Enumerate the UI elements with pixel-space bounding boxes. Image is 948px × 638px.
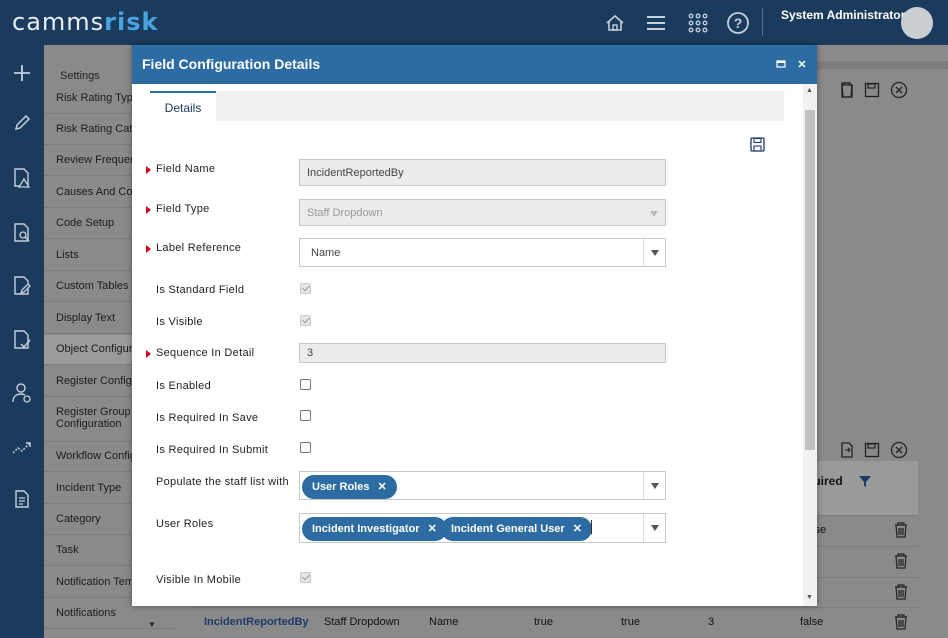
label-reference-select[interactable]: Name (299, 238, 666, 267)
home-icon[interactable] (601, 9, 629, 37)
document-check-icon[interactable] (8, 326, 36, 354)
row-delete-icon[interactable] (894, 522, 908, 543)
field-name-label: Field Name (156, 163, 216, 175)
remove-chip-icon[interactable]: ✕ (377, 481, 386, 493)
is-standard-field-checkbox[interactable] (300, 283, 311, 294)
pencil-icon[interactable] (8, 109, 36, 137)
svg-text:?: ? (734, 15, 743, 31)
plus-icon[interactable] (8, 59, 36, 87)
sequence-in-detail-input[interactable]: 3 (299, 343, 666, 363)
settings-scroll-down-icon[interactable]: ▼ (148, 620, 156, 629)
user-settings-icon[interactable] (8, 379, 36, 407)
remove-chip-icon[interactable]: ✕ (428, 523, 437, 535)
required-marker (146, 166, 151, 174)
help-icon[interactable]: ? (724, 9, 752, 37)
row-delete-icon[interactable] (894, 584, 908, 605)
menu-icon[interactable] (642, 9, 670, 37)
remove-chip-icon[interactable]: ✕ (573, 523, 582, 535)
text-cursor (591, 520, 592, 534)
cancel-icon[interactable] (890, 81, 908, 104)
row-delete-icon[interactable] (894, 614, 908, 635)
is-required-in-submit-checkbox[interactable] (300, 442, 311, 453)
scrollbar-thumb[interactable] (805, 110, 815, 450)
populate-staff-list-label: Populate the staff list with (156, 476, 289, 488)
field-name-input[interactable]: IncidentReportedBy (299, 159, 666, 186)
required-marker (146, 350, 151, 358)
field-type-value: Staff Dropdown (307, 207, 383, 219)
modal-header: Field Configuration Details (132, 45, 817, 84)
tabs-bar: Details (150, 91, 784, 121)
label-reference-label: Label Reference (156, 242, 242, 254)
scroll-up-icon[interactable]: ▲ (806, 87, 813, 94)
document-edit-icon[interactable] (8, 272, 36, 300)
filter-icon[interactable] (858, 474, 872, 493)
field-type-label: Field Type (156, 203, 210, 215)
chevron-down-icon (643, 239, 665, 266)
table-row[interactable]: IncidentReportedBy Staff Dropdown Name t… (194, 607, 918, 637)
document-warning-icon[interactable] (8, 164, 36, 192)
is-visible-label: Is Visible (156, 316, 203, 328)
visible-in-mobile-label: Visible In Mobile (156, 574, 241, 586)
document-search-icon[interactable] (8, 219, 36, 247)
populate-staff-list-select[interactable]: User Roles ✕ (299, 471, 666, 500)
top-bar: cammsrisk ? System Administrator (0, 0, 948, 45)
trend-icon[interactable] (8, 434, 36, 462)
is-required-in-save-label: Is Required In Save (156, 412, 259, 424)
modal-scrollbar[interactable]: ▲ ▼ (803, 84, 817, 606)
chip-user-roles[interactable]: User Roles ✕ (302, 475, 397, 499)
settings-header: Settings (60, 70, 100, 82)
is-enabled-checkbox[interactable] (300, 379, 311, 390)
row-delete-icon[interactable] (894, 553, 908, 574)
is-required-in-save-checkbox[interactable] (300, 410, 311, 421)
table-export-icon[interactable] (840, 442, 854, 463)
is-enabled-label: Is Enabled (156, 380, 211, 392)
chip-incident-investigator[interactable]: Incident Investigator ✕ (302, 517, 447, 541)
chevron-down-icon (643, 514, 665, 542)
apps-grid-icon[interactable] (684, 9, 712, 37)
required-marker (146, 245, 151, 253)
user-roles-label: User Roles (156, 518, 214, 530)
field-type-select[interactable]: Staff Dropdown (299, 199, 666, 226)
chevron-down-icon (643, 472, 665, 499)
visible-in-mobile-checkbox[interactable] (300, 572, 311, 583)
label-reference-value: Name (311, 247, 341, 259)
maximize-icon[interactable] (774, 57, 788, 72)
modal-title: Field Configuration Details (142, 56, 321, 72)
tab-details[interactable]: Details (150, 91, 216, 121)
user-roles-multiselect[interactable]: Incident Investigator ✕ Incident General … (299, 513, 666, 543)
chevron-down-icon (643, 200, 665, 225)
report-icon[interactable] (8, 485, 36, 513)
required-marker (146, 206, 151, 214)
save-icon[interactable] (864, 82, 880, 103)
avatar[interactable] (901, 7, 933, 39)
is-standard-field-label: Is Standard Field (156, 284, 245, 296)
topbar-separator (762, 8, 763, 36)
user-name[interactable]: System Administrator (781, 8, 905, 22)
delete-icon[interactable] (839, 82, 855, 103)
table-save-icon[interactable] (864, 442, 880, 463)
left-icon-rail (0, 45, 44, 638)
modal-save-icon[interactable] (750, 137, 766, 153)
camms-risk-logo[interactable]: cammsrisk (12, 8, 158, 36)
field-configuration-modal: Field Configuration Details Details Fiel… (132, 45, 817, 606)
is-visible-checkbox[interactable] (300, 315, 311, 326)
chip-incident-general-user[interactable]: Incident General User ✕ (441, 517, 592, 541)
close-icon[interactable] (795, 57, 809, 72)
sequence-in-detail-label: Sequence In Detail (156, 347, 255, 359)
is-required-in-submit-label: Is Required In Submit (156, 444, 269, 456)
scroll-down-icon[interactable]: ▼ (806, 594, 813, 601)
